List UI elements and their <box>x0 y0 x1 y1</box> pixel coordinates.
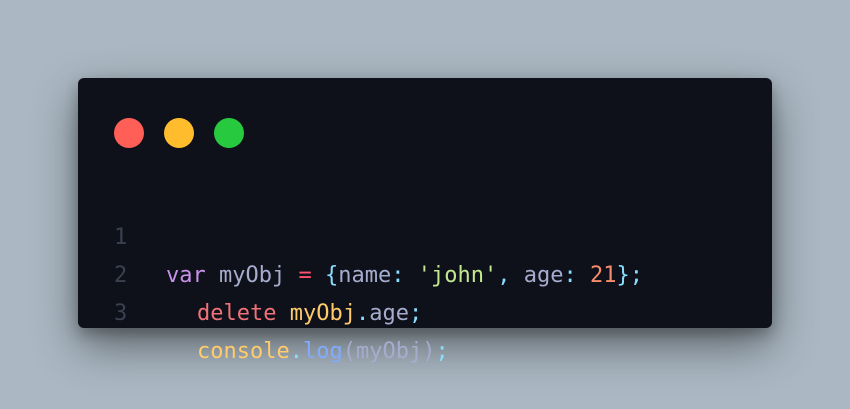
code-line: 1 var myObj = {name: 'john', age: 21}; <box>78 181 772 288</box>
dot: . <box>289 339 303 364</box>
keyword-delete: delete <box>197 301 277 326</box>
semicolon: ; <box>408 301 423 326</box>
window-controls <box>114 118 244 148</box>
object-console: console <box>197 339 290 364</box>
semicolon: ; <box>435 339 449 364</box>
line-content: console.log(myObj); <box>166 333 449 371</box>
dot: . <box>355 301 370 326</box>
paren-open: ( <box>342 339 356 364</box>
code-block: 1 var myObj = {name: 'john', age: 21}; 2… <box>78 181 772 364</box>
argument-myobj: myObj <box>355 339 423 364</box>
code-window: 1 var myObj = {name: 'john', age: 21}; 2… <box>78 78 772 364</box>
maximize-dot-icon[interactable] <box>214 118 244 148</box>
code-line: 3 console.log(myObj); <box>78 257 772 364</box>
line-content: delete myObj.age; <box>166 295 422 333</box>
close-dot-icon[interactable] <box>114 118 144 148</box>
paren-close: ) <box>422 339 436 364</box>
line-number: 3 <box>114 301 128 326</box>
code-line: 2 delete myObj.age; <box>78 219 772 326</box>
property-age: age <box>369 301 409 326</box>
function-log: log <box>302 339 343 364</box>
minimize-dot-icon[interactable] <box>164 118 194 148</box>
object-myobj: myObj <box>289 301 356 326</box>
